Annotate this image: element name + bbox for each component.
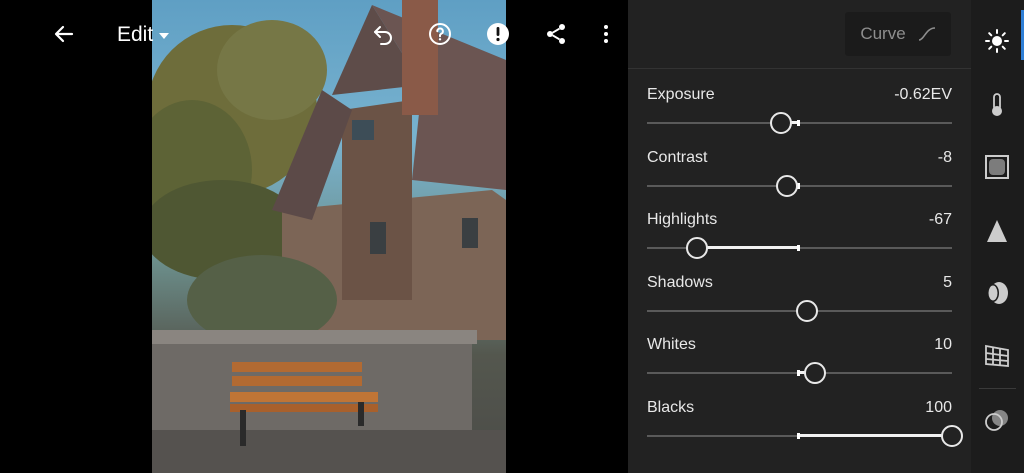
alert-icon xyxy=(487,23,509,45)
curve-label: Curve xyxy=(860,24,906,43)
slider-thumb[interactable] xyxy=(803,362,826,385)
slider-center-mark xyxy=(797,370,800,377)
slider-label: Exposure xyxy=(647,86,715,103)
slider-thumb[interactable] xyxy=(796,299,819,322)
slider-fill xyxy=(697,246,800,250)
optics-tool-button[interactable] xyxy=(982,278,1012,308)
photo-image xyxy=(152,0,506,473)
photo-canvas[interactable] xyxy=(152,0,506,473)
slider-shadows[interactable]: Shadows 5 xyxy=(647,274,952,330)
slider-value[interactable]: 10 xyxy=(934,336,952,354)
presets-icon xyxy=(985,410,1008,431)
effects-tool-button[interactable] xyxy=(982,152,1012,182)
slider-label: Highlights xyxy=(647,211,718,229)
slider-thumb[interactable] xyxy=(776,174,799,197)
rail-divider xyxy=(979,388,1016,389)
caret-down-icon xyxy=(159,33,170,39)
light-adjustments-panel: Curve Exposure -0.62EV Contrast -8 Highlight… xyxy=(628,0,971,473)
slider-value[interactable]: 100 xyxy=(925,399,952,417)
presets-tool-button[interactable] xyxy=(982,405,1012,435)
curve-icon xyxy=(918,27,935,41)
optics-icon xyxy=(987,282,1008,304)
slider-highlights[interactable]: Highlights -67 xyxy=(647,211,952,267)
slider-thumb[interactable] xyxy=(686,237,709,260)
undo-icon xyxy=(374,26,392,45)
slider-value[interactable]: -0.62EV xyxy=(894,86,952,104)
light-tool-button[interactable] xyxy=(982,26,1012,56)
alert-button[interactable] xyxy=(478,14,518,54)
slider-exposure[interactable]: Exposure -0.62EV xyxy=(647,86,952,142)
geometry-tool-button[interactable] xyxy=(982,340,1012,370)
slider-whites[interactable]: Whites 10 xyxy=(647,336,952,392)
slider-center-mark xyxy=(797,433,800,439)
slider-blacks[interactable]: Blacks 100 xyxy=(647,399,963,455)
back-arrow-icon xyxy=(54,25,74,43)
color-tool-button[interactable] xyxy=(982,90,1012,120)
slider-fill xyxy=(799,434,952,437)
detail-icon xyxy=(987,220,1007,242)
slider-contrast[interactable]: Contrast -8 xyxy=(647,149,952,205)
edit-mode-label: Edit xyxy=(117,23,154,46)
share-button[interactable] xyxy=(536,14,576,54)
share-icon xyxy=(547,24,565,44)
geometry-icon xyxy=(985,344,1009,367)
more-options-button[interactable] xyxy=(586,14,626,54)
divider xyxy=(628,68,971,69)
slider-label: Contrast xyxy=(647,148,708,166)
slider-label: Blacks xyxy=(647,399,695,416)
slider-value[interactable]: -67 xyxy=(929,211,952,229)
curve-button[interactable]: Curve xyxy=(845,12,951,56)
more-vertical-icon xyxy=(604,25,608,43)
light-icon xyxy=(985,29,1009,53)
slider-value[interactable]: -8 xyxy=(938,149,952,167)
slider-label: Shadows xyxy=(647,273,713,291)
slider-center-mark xyxy=(797,120,800,126)
tool-rail xyxy=(971,0,1024,473)
slider-thumb[interactable] xyxy=(769,112,792,134)
slider-center-mark xyxy=(797,245,800,252)
effects-icon xyxy=(985,155,1009,179)
slider-value[interactable]: 5 xyxy=(943,274,952,292)
help-icon xyxy=(429,23,451,45)
help-button[interactable] xyxy=(420,14,460,54)
slider-label: Whites xyxy=(647,336,696,354)
detail-tool-button[interactable] xyxy=(982,216,1012,246)
undo-button[interactable] xyxy=(363,14,403,54)
slider-thumb[interactable] xyxy=(941,425,963,447)
edit-mode-dropdown[interactable]: Edit xyxy=(117,22,170,48)
back-button[interactable] xyxy=(44,14,84,54)
color-icon xyxy=(992,93,1002,116)
